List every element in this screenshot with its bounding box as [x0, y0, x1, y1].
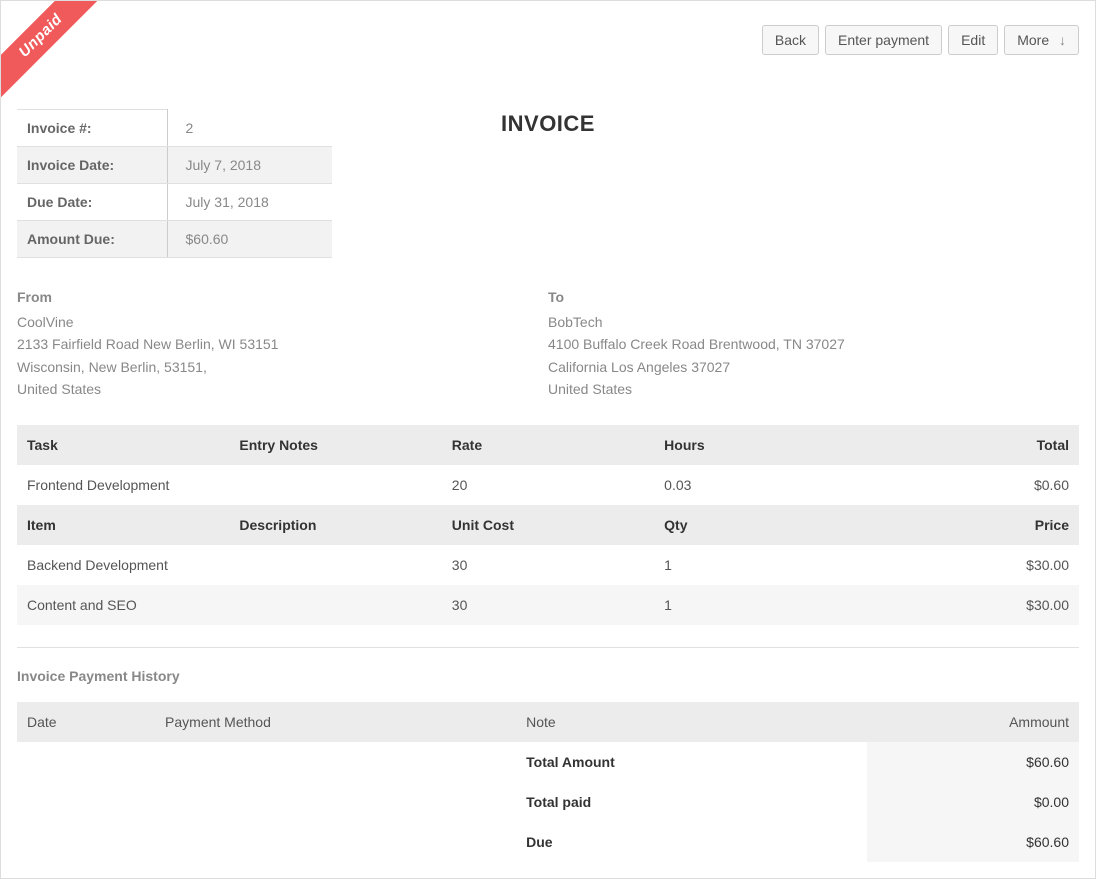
item-price: $30.00 [867, 585, 1079, 625]
summary-total-amount-value: $60.60 [867, 742, 1079, 782]
item-price: $30.00 [867, 545, 1079, 585]
divider [17, 647, 1079, 648]
meta-label-invoice-date: Invoice Date: [17, 147, 167, 184]
tasks-header-total: Total [867, 425, 1079, 465]
history-title: Invoice Payment History [17, 668, 1079, 684]
tasks-table: Task Entry Notes Rate Hours Total Fronte… [17, 425, 1079, 505]
payment-history-table: Date Payment Method Note Ammount Total A… [17, 702, 1079, 862]
item-unitcost: 30 [442, 585, 654, 625]
from-label: From [17, 289, 548, 305]
from-country: United States [17, 378, 548, 400]
items-table: Item Description Unit Cost Qty Price Bac… [17, 505, 1079, 625]
item-description [229, 545, 441, 585]
items-header-price: Price [867, 505, 1079, 545]
history-header-method: Payment Method [155, 702, 516, 742]
summary-total-amount-label: Total Amount [516, 742, 866, 782]
invoice-meta-table: Invoice #: 2 Invoice Date: July 7, 2018 … [17, 109, 332, 258]
history-header-amount: Ammount [867, 702, 1079, 742]
task-hours: 0.03 [654, 465, 866, 505]
summary-total-paid-value: $0.00 [867, 782, 1079, 822]
summary-total-paid-label: Total paid [516, 782, 866, 822]
meta-value-due-date: July 31, 2018 [167, 184, 332, 221]
chevron-down-icon: ↓ [1059, 32, 1066, 48]
summary-row-total-paid: Total paid $0.00 [17, 782, 1079, 822]
from-line1: 2133 Fairfield Road New Berlin, WI 53151 [17, 333, 548, 355]
toolbar: Back Enter payment Edit More ↓ [762, 25, 1079, 55]
table-row: Backend Development 30 1 $30.00 [17, 545, 1079, 585]
item-description [229, 585, 441, 625]
from-address: From CoolVine 2133 Fairfield Road New Be… [17, 289, 548, 401]
item-qty: 1 [654, 585, 866, 625]
item-name: Backend Development [17, 545, 229, 585]
history-header-note: Note [516, 702, 866, 742]
summary-row-due: Due $60.60 [17, 822, 1079, 862]
task-total: $0.60 [867, 465, 1079, 505]
status-ribbon: Unpaid [0, 0, 112, 107]
summary-due-label: Due [516, 822, 866, 862]
task-name: Frontend Development [17, 465, 229, 505]
to-address: To BobTech 4100 Buffalo Creek Road Brent… [548, 289, 1079, 401]
back-button[interactable]: Back [762, 25, 819, 55]
meta-label-invoice-no: Invoice #: [17, 110, 167, 147]
from-line2: Wisconsin, New Berlin, 53151, [17, 356, 548, 378]
enter-payment-button[interactable]: Enter payment [825, 25, 942, 55]
to-name: BobTech [548, 311, 1079, 333]
items-header-qty: Qty [654, 505, 866, 545]
edit-button[interactable]: Edit [948, 25, 998, 55]
line-items-area: Task Entry Notes Rate Hours Total Fronte… [17, 425, 1079, 862]
items-header-item: Item [17, 505, 229, 545]
more-button-label: More [1017, 32, 1049, 48]
from-name: CoolVine [17, 311, 548, 333]
history-header-date: Date [17, 702, 155, 742]
items-header-description: Description [229, 505, 441, 545]
tasks-header-task: Task [17, 425, 229, 465]
meta-value-invoice-date: July 7, 2018 [167, 147, 332, 184]
task-rate: 20 [442, 465, 654, 505]
item-unitcost: 30 [442, 545, 654, 585]
summary-row-total-amount: Total Amount $60.60 [17, 742, 1079, 782]
to-country: United States [548, 378, 1079, 400]
to-line1: 4100 Buffalo Creek Road Brentwood, TN 37… [548, 333, 1079, 355]
tasks-header-hours: Hours [654, 425, 866, 465]
invoice-page: Unpaid Back Enter payment Edit More ↓ IN… [0, 0, 1096, 879]
tasks-header-notes: Entry Notes [229, 425, 441, 465]
task-notes [229, 465, 441, 505]
to-label: To [548, 289, 1079, 305]
summary-due-value: $60.60 [867, 822, 1079, 862]
table-row: Frontend Development 20 0.03 $0.60 [17, 465, 1079, 505]
addresses: From CoolVine 2133 Fairfield Road New Be… [17, 289, 1079, 401]
meta-label-amount-due: Amount Due: [17, 221, 167, 258]
more-button[interactable]: More ↓ [1004, 25, 1079, 55]
items-header-unitcost: Unit Cost [442, 505, 654, 545]
item-name: Content and SEO [17, 585, 229, 625]
meta-value-invoice-no: 2 [167, 110, 332, 147]
item-qty: 1 [654, 545, 866, 585]
meta-value-amount-due: $60.60 [167, 221, 332, 258]
tasks-header-rate: Rate [442, 425, 654, 465]
meta-label-due-date: Due Date: [17, 184, 167, 221]
to-line2: California Los Angeles 37027 [548, 356, 1079, 378]
table-row: Content and SEO 30 1 $30.00 [17, 585, 1079, 625]
